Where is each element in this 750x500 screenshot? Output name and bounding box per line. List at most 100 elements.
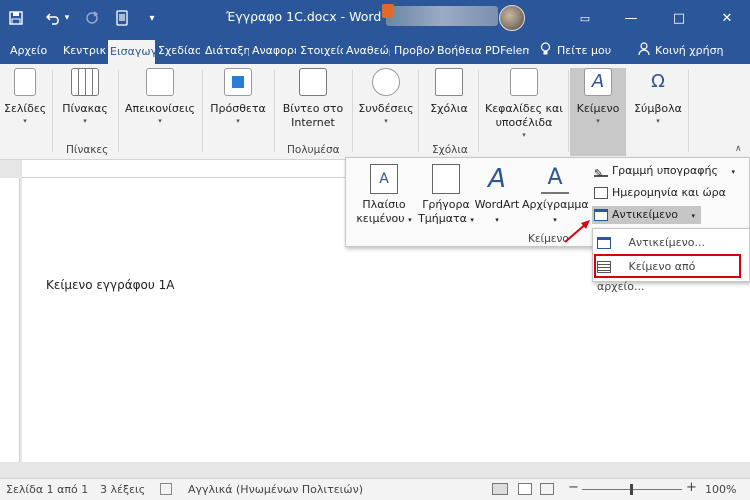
header-footer-label-line1: Κεφαλίδες και	[485, 102, 563, 115]
links-icon	[372, 68, 400, 96]
table-button[interactable]: Πίνακας ▾	[58, 68, 112, 126]
object-button[interactable]: Αντικείμενο ▾	[592, 206, 701, 224]
tab-home[interactable]: Κεντρική	[63, 42, 107, 60]
zoom-out-button[interactable]: −	[568, 480, 579, 495]
tab-design[interactable]: Σχεδίαση	[158, 42, 200, 60]
table-caret: ▾	[83, 117, 87, 125]
text-button[interactable]: A Κείμενο ▾	[570, 68, 626, 156]
wordart-label: WordArt	[474, 198, 520, 211]
pages-button[interactable]: Σελίδες ▾	[4, 68, 46, 126]
minimize-button[interactable]: —	[608, 0, 654, 36]
object-menu-item[interactable]: Αντικείμενο...	[597, 233, 743, 253]
signature-label: Γραμμή υπογραφής	[612, 164, 718, 177]
wordart-caret: ▾	[495, 216, 499, 224]
read-mode-icon[interactable]	[492, 483, 508, 495]
addins-icon	[224, 68, 252, 96]
title-bar: ▾ ▾ Έγγραφο 1C.docx - Word ▭ — □ ✕	[0, 0, 750, 36]
header-footer-label-line2: υποσέλιδα	[495, 116, 553, 129]
table-label: Πίνακας	[62, 102, 108, 115]
tell-me-search[interactable]: Πείτε μου	[557, 42, 611, 60]
pages-icon	[14, 68, 36, 96]
vertical-ruler[interactable]	[0, 178, 20, 478]
zoom-slider-thumb[interactable]	[630, 484, 633, 495]
proofing-icon[interactable]	[160, 483, 172, 495]
tab-layout[interactable]: Διάταξη	[205, 42, 249, 60]
share-button[interactable]: Κοινή χρήση	[655, 42, 724, 60]
web-layout-icon[interactable]	[540, 483, 554, 495]
video-label-line1: Βίντεο στο	[282, 102, 344, 115]
illustrations-label: Απεικονίσεις	[125, 102, 195, 115]
addins-button[interactable]: Πρόσθετα ▾	[206, 68, 270, 126]
status-bar: Σελίδα 1 από 1 3 λέξεις Αγγλικά (Ηνωμένω…	[0, 478, 750, 500]
tab-mailings[interactable]: Στοιχεία	[300, 42, 343, 60]
tab-view[interactable]: Προβολή	[394, 42, 434, 60]
save-icon[interactable]	[6, 8, 26, 28]
video-icon	[299, 68, 327, 96]
page-count[interactable]: Σελίδα 1 από 1	[6, 483, 88, 496]
collapse-ribbon-icon[interactable]: ∧	[735, 144, 742, 154]
textbox-button[interactable]: A Πλαίσιο κειμένου ▾	[352, 164, 416, 227]
signature-line-button[interactable]: ✎ Γραμμή υπογραφής ▾	[594, 162, 735, 180]
calendar-icon	[594, 187, 608, 199]
tab-review[interactable]: Αναθεώρηση	[346, 42, 390, 60]
undo-icon[interactable]	[44, 8, 64, 28]
table-icon	[71, 68, 99, 96]
close-button[interactable]: ✕	[704, 0, 750, 36]
text-label: Κείμενο	[576, 102, 620, 115]
omega-icon: Ω	[651, 71, 665, 92]
user-name[interactable]	[386, 6, 498, 26]
language-status[interactable]: Αγγλικά (Ηνωμένων Πολιτειών)	[188, 483, 363, 496]
divider	[688, 70, 689, 152]
comment-label: Σχόλια	[430, 102, 468, 115]
horizontal-scrollbar[interactable]	[0, 462, 750, 478]
highlight-annotation	[594, 254, 741, 278]
tab-pdfelement[interactable]: PDFelement	[485, 42, 529, 60]
customize-qat-icon[interactable]: ▾	[142, 8, 162, 28]
ribbon-display-options-icon[interactable]: ▭	[562, 0, 608, 36]
share-user-icon[interactable]	[638, 42, 652, 60]
signature-caret: ▾	[731, 168, 735, 176]
symbols-button[interactable]: Ω Σύμβολα ▾	[630, 68, 686, 126]
print-layout-icon[interactable]	[518, 483, 532, 495]
wordart-button[interactable]: A WordArt ▾	[472, 164, 522, 227]
date-time-button[interactable]: Ημερομηνία και ώρα	[594, 184, 726, 202]
lightbulb-icon[interactable]	[540, 42, 552, 60]
quick-parts-label-line1: Γρήγορα	[422, 198, 470, 211]
comment-button[interactable]: Σχόλια	[422, 68, 476, 116]
divider	[418, 70, 419, 152]
textbox-caret: ▾	[408, 216, 412, 224]
tab-references[interactable]: Αναφορές	[252, 42, 296, 60]
symbols-caret: ▾	[656, 117, 660, 125]
touch-mode-icon[interactable]	[112, 8, 132, 28]
quick-parts-button[interactable]: Γρήγορα Τμήματα ▾	[418, 164, 474, 227]
wordart-icon: A	[488, 164, 506, 194]
word-count[interactable]: 3 λέξεις	[100, 483, 145, 496]
object-menu-label: Αντικείμενο...	[628, 236, 705, 249]
zoom-in-button[interactable]: +	[686, 480, 697, 495]
tab-file[interactable]: Αρχείο	[10, 42, 47, 60]
quick-parts-label-line2: Τμήματα	[418, 212, 467, 225]
video-label-line2: Internet	[291, 116, 335, 129]
drop-cap-caret: ▾	[553, 216, 557, 224]
media-group-label: Πολυμέσα	[287, 144, 340, 156]
undo-dropdown-icon[interactable]: ▾	[62, 8, 72, 28]
zoom-level[interactable]: 100%	[705, 483, 736, 496]
links-label: Συνδέσεις	[358, 102, 414, 115]
redo-icon[interactable]	[82, 8, 102, 28]
restore-button[interactable]: □	[656, 0, 702, 36]
pages-label: Σελίδες	[4, 102, 47, 115]
drop-cap-icon: A	[541, 164, 569, 194]
text-icon: A	[584, 68, 612, 96]
red-arrow-annotation	[564, 220, 590, 243]
links-button[interactable]: Συνδέσεις ▾	[356, 68, 416, 126]
divider	[202, 70, 203, 152]
illustrations-button[interactable]: Απεικονίσεις ▾	[122, 68, 198, 126]
drop-cap-label: Αρχίγραμμα	[522, 198, 589, 211]
textbox-label-line2: κειμένου	[356, 212, 405, 225]
online-video-button[interactable]: Βίντεο στο Internet	[278, 68, 348, 130]
tab-help[interactable]: Βοήθεια	[437, 42, 481, 60]
document-body-text[interactable]: Κείμενο εγγράφου 1Α	[46, 278, 174, 292]
avatar[interactable]	[499, 5, 525, 31]
tab-insert[interactable]: Εισαγωγή	[108, 40, 155, 64]
header-footer-button[interactable]: Κεφαλίδες και υποσέλιδα ▾	[482, 68, 566, 140]
